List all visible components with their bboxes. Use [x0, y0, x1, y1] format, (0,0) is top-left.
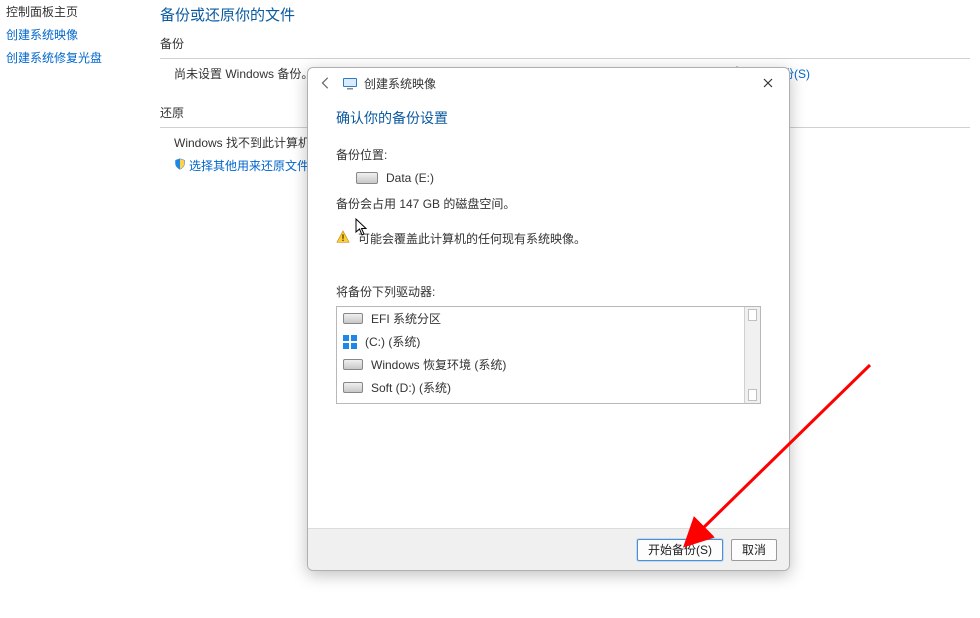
close-button[interactable]: [753, 71, 783, 95]
page-title: 备份或还原你的文件: [160, 4, 970, 25]
shield-icon: [174, 158, 186, 173]
drive-list-item: Soft (D:) (系统): [337, 376, 744, 399]
start-backup-button[interactable]: 开始备份(S): [637, 539, 723, 561]
dialog-footer: 开始备份(S) 取消: [308, 528, 789, 570]
warning-text: 可能会覆盖此计算机的任何现有系统映像。: [358, 230, 586, 247]
scrollbar[interactable]: [744, 307, 760, 403]
drive-icon: [356, 172, 378, 184]
backup-location-value: Data (E:): [386, 171, 434, 185]
backup-status-text: 尚未设置 Windows 备份。: [174, 65, 313, 82]
divider: [160, 58, 970, 59]
back-button[interactable]: [316, 73, 336, 93]
disk-space-text: 备份会占用 147 GB 的磁盘空间。: [336, 195, 761, 212]
drive-icon: [343, 359, 363, 370]
control-panel-home-link[interactable]: 控制面板主页: [6, 3, 146, 20]
drive-icon: [343, 382, 363, 393]
drive-list-item: EFI 系统分区: [337, 307, 744, 330]
system-image-icon: [342, 75, 358, 91]
drive-list-item: Windows 恢复环境 (系统): [337, 353, 744, 376]
create-system-image-dialog: 创建系统映像 确认你的备份设置 备份位置: Data (E:) 备份会占用 14…: [307, 67, 790, 571]
dialog-heading: 确认你的备份设置: [336, 108, 761, 128]
drive-name: Windows 恢复环境 (系统): [371, 356, 506, 373]
drives-list-label: 将备份下列驱动器:: [336, 283, 761, 300]
drive-list-item: (C:) (系统): [337, 330, 744, 353]
create-system-image-link[interactable]: 创建系统映像: [6, 26, 146, 43]
warning-icon: [336, 230, 350, 247]
drives-list: EFI 系统分区 (C:) (系统) Windows 恢复环境 (系统) Sof…: [336, 306, 761, 404]
close-icon: [763, 78, 773, 88]
dialog-title: 创建系统映像: [364, 75, 753, 92]
dialog-titlebar: 创建系统映像: [308, 68, 789, 98]
drive-name: Soft (D:) (系统): [371, 379, 451, 396]
windows-icon: [343, 335, 357, 349]
backup-section-header: 备份: [160, 35, 970, 56]
cancel-button[interactable]: 取消: [731, 539, 777, 561]
backup-location-label: 备份位置:: [336, 146, 761, 163]
dialog-content: 确认你的备份设置 备份位置: Data (E:) 备份会占用 147 GB 的磁…: [308, 98, 789, 528]
drive-icon: [343, 313, 363, 324]
drive-name: (C:) (系统): [365, 333, 420, 350]
create-recovery-disc-link[interactable]: 创建系统修复光盘: [6, 49, 146, 66]
drive-name: EFI 系统分区: [371, 310, 441, 327]
